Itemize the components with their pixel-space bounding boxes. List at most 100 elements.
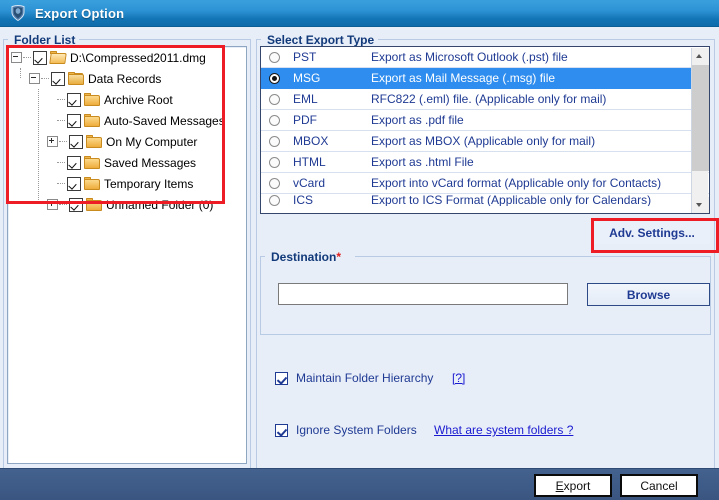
ignore-system-folders-checkbox[interactable] (275, 423, 288, 437)
collapse-icon[interactable] (29, 73, 40, 84)
folder-icon (84, 156, 100, 169)
folder-open-icon (49, 51, 67, 64)
tree-item[interactable]: Unnamed Folder (0) (8, 194, 246, 215)
tree-item-checkbox[interactable] (69, 197, 83, 212)
export-type-option[interactable]: HTML Export as .html File (261, 152, 709, 173)
export-type-description: Export as Microsoft Outlook (.pst) file (371, 50, 568, 64)
destination-path-input[interactable] (278, 283, 568, 305)
export-type-radio[interactable] (269, 114, 280, 126)
folder-list-group: Folder List D:\Compressed2011.dmg Data Re… (3, 33, 251, 470)
folder-icon (84, 93, 100, 106)
chevron-up-icon[interactable] (692, 48, 709, 65)
export-type-description: Export as .pdf file (371, 113, 464, 127)
export-type-name: PST (293, 50, 317, 64)
destination-legend-text: Destination (271, 250, 337, 264)
tree-item-checkbox[interactable] (67, 155, 81, 170)
export-type-name: ICS (293, 194, 314, 206)
tree-item-label: Unnamed Folder (0) (106, 197, 214, 212)
tree-item-label: Auto-Saved Messages (104, 113, 225, 128)
destination-legend: Destination* (267, 250, 346, 264)
export-type-description: Export as MBOX (Applicable only for mail… (371, 134, 596, 148)
window-title: Export Option (35, 5, 125, 21)
export-type-description: Export as Mail Message (.msg) file (371, 71, 556, 85)
collapse-icon[interactable] (11, 52, 22, 63)
expand-icon[interactable] (47, 136, 58, 147)
export-option-dialog: Export Option Folder List D:\Compressed2… (0, 0, 719, 500)
tree-item-label: Archive Root (104, 92, 173, 107)
tree-item[interactable]: Auto-Saved Messages (8, 110, 246, 131)
export-type-description: Export as .html File (371, 155, 474, 169)
tree-item-label: On My Computer (106, 134, 198, 149)
tree-item-label: D:\Compressed2011.dmg (70, 50, 206, 65)
maintain-folder-hierarchy-help-link[interactable]: [?] (452, 371, 465, 385)
tree-item[interactable]: Data Records (8, 68, 246, 89)
export-type-option[interactable]: vCard Export into vCard format (Applicabl… (261, 173, 709, 194)
export-type-name: PDF (293, 113, 317, 127)
tree-item-checkbox[interactable] (33, 50, 47, 65)
chevron-down-icon[interactable] (692, 197, 709, 213)
tree-item[interactable]: On My Computer (8, 131, 246, 152)
cancel-button[interactable]: Cancel (620, 474, 698, 497)
what-are-system-folders-link[interactable]: What are system folders ? (434, 423, 573, 437)
tree-item-label: Saved Messages (104, 155, 197, 170)
tree-expander-spacer (47, 95, 56, 104)
export-type-option[interactable]: ICS Export to ICS Format (Applicable only… (261, 194, 709, 206)
ignore-system-folders-row: Ignore System Folders (275, 423, 417, 437)
export-type-option[interactable]: EML RFC822 (.eml) file. (Applicable only … (261, 89, 709, 110)
tree-expander-spacer (47, 179, 56, 188)
tree-connector (57, 98, 65, 101)
tree-item-checkbox[interactable] (67, 92, 81, 107)
export-type-description: Export into vCard format (Applicable onl… (371, 176, 662, 190)
export-type-radio[interactable] (269, 194, 280, 206)
footer-bar: Export Cancel (0, 468, 719, 500)
export-type-radio[interactable] (269, 156, 280, 168)
tree-connector (59, 140, 67, 143)
export-type-option[interactable]: PDF Export as .pdf file (261, 110, 709, 131)
export-type-radio[interactable] (269, 51, 280, 63)
tree-item[interactable]: D:\Compressed2011.dmg (8, 47, 246, 68)
export-type-radio[interactable] (269, 93, 280, 105)
export-type-description: Export to ICS Format (Applicable only fo… (371, 194, 652, 206)
export-accel-char: E (555, 478, 564, 493)
expand-icon[interactable] (47, 199, 58, 210)
browse-button[interactable]: Browse (587, 283, 710, 306)
export-type-option[interactable]: MSG Export as Mail Message (.msg) file (261, 68, 709, 89)
tree-item-label: Data Records (88, 71, 162, 86)
export-type-list[interactable]: PST Export as Microsoft Outlook (.pst) fi… (260, 46, 710, 214)
tree-expander-spacer (47, 116, 56, 125)
tree-connector (41, 77, 49, 80)
export-type-legend: Select Export Type (263, 33, 379, 47)
export-type-radio[interactable] (269, 135, 280, 147)
export-type-name: EML (293, 92, 318, 106)
tree-rows: D:\Compressed2011.dmg Data Records Archive… (8, 47, 246, 215)
tree-item[interactable]: Temporary Items (8, 173, 246, 194)
tree-item[interactable]: Saved Messages (8, 152, 246, 173)
maintain-folder-hierarchy-row: Maintain Folder Hierarchy (275, 371, 433, 385)
tree-connector (23, 56, 31, 59)
export-type-name: vCard (293, 176, 326, 190)
adv-settings-button[interactable]: Adv. Settings... (594, 221, 710, 244)
export-type-name: HTML (293, 155, 326, 169)
tree-item-checkbox[interactable] (69, 134, 83, 149)
tree-item-checkbox[interactable] (67, 176, 81, 191)
folder-tree[interactable]: D:\Compressed2011.dmg Data Records Archive… (7, 46, 247, 464)
scrollbar-thumb[interactable] (692, 65, 709, 171)
tree-connector (57, 161, 65, 164)
export-list-scrollbar[interactable] (691, 48, 709, 213)
export-type-radio[interactable] (269, 72, 280, 84)
export-button[interactable]: Export (534, 474, 612, 497)
tree-item[interactable]: Archive Root (8, 89, 246, 110)
tree-connector (57, 119, 65, 122)
tree-item-checkbox[interactable] (67, 113, 81, 128)
tree-item-checkbox[interactable] (51, 71, 65, 86)
export-type-option[interactable]: MBOX Export as MBOX (Applicable only for … (261, 131, 709, 152)
tree-expander-spacer (47, 158, 56, 167)
tree-connector (57, 182, 65, 185)
export-type-name: MBOX (293, 134, 329, 148)
export-type-radio[interactable] (269, 177, 280, 189)
export-type-option[interactable]: PST Export as Microsoft Outlook (.pst) fi… (261, 47, 709, 68)
export-type-name: MSG (293, 71, 321, 85)
tree-connector (59, 203, 67, 206)
folder-icon (84, 114, 100, 127)
maintain-folder-hierarchy-checkbox[interactable] (275, 371, 288, 385)
